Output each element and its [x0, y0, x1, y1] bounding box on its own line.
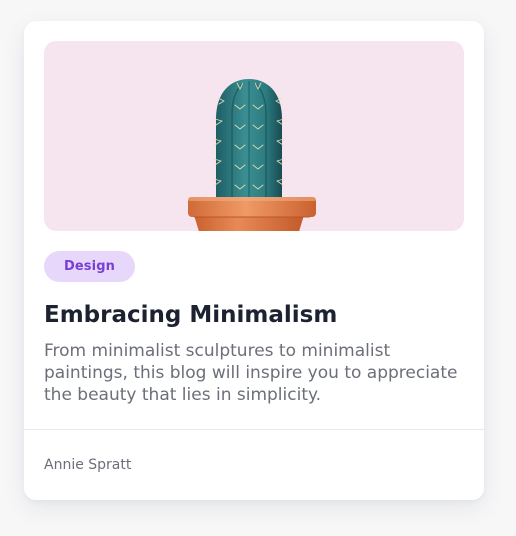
cactus-in-pot-icon: [44, 41, 464, 231]
card-divider: [24, 429, 484, 430]
category-tag-label: Design: [64, 259, 115, 274]
author-name[interactable]: Annie Spratt: [44, 457, 131, 473]
blog-card[interactable]: Design Embracing Minimalism From minimal…: [24, 21, 484, 500]
post-description: From minimalist sculptures to minimalist…: [44, 341, 458, 405]
cover-image: [44, 41, 464, 231]
category-tag[interactable]: Design: [44, 251, 135, 282]
post-title[interactable]: Embracing Minimalism: [44, 302, 337, 328]
